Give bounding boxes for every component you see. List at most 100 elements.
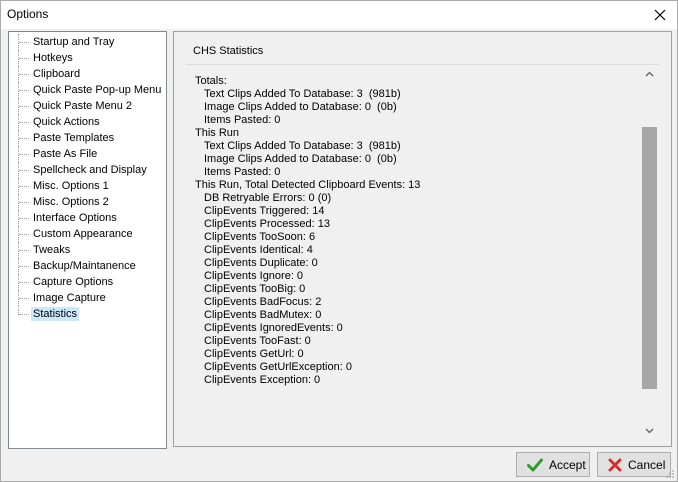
- statistics-line: ClipEvents Identical: 4: [204, 244, 313, 256]
- tree-item-label: Backup/Maintanence: [33, 260, 136, 272]
- tree-item-custom-appearance[interactable]: Custom Appearance: [9, 226, 167, 242]
- checkmark-icon: [527, 458, 543, 472]
- tree-item-label: Quick Paste Menu 2: [33, 100, 133, 112]
- statistics-line: Image Clips Added to Database: 0 (0b): [204, 153, 397, 165]
- tree-item-label: Statistics: [31, 307, 80, 321]
- tree-connector: [19, 42, 29, 43]
- tree-connector: [19, 58, 29, 59]
- statistics-line: This Run, Total Detected Clipboard Event…: [195, 179, 421, 191]
- tree-connector: [19, 218, 29, 219]
- statistics-line: DB Retryable Errors: 0 (0): [204, 192, 332, 204]
- statistics-line: ClipEvents IgnoredEvents: 0: [204, 322, 343, 334]
- tree-item-label: Custom Appearance: [33, 228, 133, 240]
- tree-item-label: Misc. Options 2: [33, 196, 109, 208]
- tree-item-label: Hotkeys: [33, 52, 73, 64]
- tree-connector: [19, 314, 29, 315]
- cancel-button[interactable]: Cancel: [597, 452, 671, 477]
- tree-item-capture-options[interactable]: Capture Options: [9, 274, 167, 290]
- statistics-line: ClipEvents Processed: 13: [204, 218, 330, 230]
- tree-item-label: Interface Options: [33, 212, 117, 224]
- scroll-thumb[interactable]: [642, 127, 657, 389]
- statistics-text-area[interactable]: Totals: Text Clips Added To Database: 3 (…: [186, 64, 659, 439]
- tree-connector: [19, 298, 29, 299]
- tree-item-backup-maintanence[interactable]: Backup/Maintanence: [9, 258, 167, 274]
- tree-connector: [19, 154, 29, 155]
- vertical-scrollbar[interactable]: [641, 65, 658, 439]
- statistics-line: ClipEvents Exception: 0: [204, 374, 321, 386]
- window-title: Options: [7, 7, 49, 21]
- tree-item-quick-paste-menu-2[interactable]: Quick Paste Menu 2: [9, 98, 167, 114]
- statistics-line: ClipEvents TooBig: 0: [204, 283, 306, 295]
- tree-item-paste-templates[interactable]: Paste Templates: [9, 130, 167, 146]
- tree-connector: [19, 90, 29, 91]
- tree-item-misc-options-1[interactable]: Misc. Options 1: [9, 178, 167, 194]
- tree-item-image-capture[interactable]: Image Capture: [9, 290, 167, 306]
- tree-item-paste-as-file[interactable]: Paste As File: [9, 146, 167, 162]
- statistics-line: This Run: [195, 127, 240, 139]
- statistics-line: Image Clips Added to Database: 0 (0b): [204, 101, 397, 113]
- close-icon: [654, 9, 666, 21]
- tree-item-label: Misc. Options 1: [33, 180, 109, 192]
- statistics-line: ClipEvents BadMutex: 0: [204, 309, 322, 321]
- tree-item-clipboard[interactable]: Clipboard: [9, 66, 167, 82]
- scroll-down-button[interactable]: [641, 422, 658, 439]
- tree-connector: [19, 186, 29, 187]
- statistics-line: Text Clips Added To Database: 3 (981b): [204, 140, 401, 152]
- tree-item-label: Tweaks: [33, 244, 71, 256]
- tree-item-label: Quick Actions: [33, 116, 100, 128]
- statistics-line: ClipEvents Duplicate: 0: [204, 257, 318, 269]
- statistics-text: Totals: Text Clips Added To Database: 3 (…: [195, 75, 635, 387]
- statistics-line: ClipEvents BadFocus: 2: [204, 296, 322, 308]
- statistics-line: ClipEvents Ignore: 0: [204, 270, 304, 282]
- cancel-label: Cancel: [628, 457, 666, 472]
- tree-connector: [19, 138, 29, 139]
- title-bar[interactable]: Options: [1, 1, 677, 29]
- tree-item-label: Clipboard: [33, 68, 81, 80]
- tree-connector: [19, 202, 29, 203]
- options-tree[interactable]: Startup and Tray Hotkeys Clipboard Quick Pa…: [8, 31, 167, 449]
- tree-item-statistics[interactable]: Statistics: [9, 306, 167, 321]
- chevron-up-icon: [645, 71, 654, 76]
- statistics-line: ClipEvents GetUrl: 0: [204, 348, 304, 360]
- statistics-line: ClipEvents GetUrlException: 0: [204, 361, 352, 373]
- accept-button[interactable]: Accept: [516, 452, 590, 477]
- tree-item-label: Startup and Tray: [33, 36, 115, 48]
- statistics-line: Totals:: [195, 75, 227, 87]
- tree-connector: [19, 106, 29, 107]
- resize-grip-icon[interactable]: [665, 469, 675, 479]
- tree-connector: [19, 122, 29, 123]
- tree-connector: [19, 282, 29, 283]
- tree-item-startup-and-tray[interactable]: Startup and Tray: [9, 34, 167, 50]
- tree-item-hotkeys[interactable]: Hotkeys: [9, 50, 167, 66]
- statistics-line: Text Clips Added To Database: 3 (981b): [204, 88, 401, 100]
- tree-item-label: Capture Options: [33, 276, 114, 288]
- chevron-down-icon: [645, 428, 654, 433]
- statistics-panel: CHS Statistics Totals: Text Clips Added T…: [173, 31, 672, 447]
- scroll-up-button[interactable]: [641, 65, 658, 82]
- options-window: Options Startup and Tray Hotkeys Clipboard…: [0, 0, 678, 482]
- panel-title: CHS Statistics: [193, 45, 264, 57]
- tree-connector: [19, 266, 29, 267]
- tree-item-label: Quick Paste Pop-up Menu: [33, 84, 162, 96]
- tree-item-tweaks[interactable]: Tweaks: [9, 242, 167, 258]
- tree-item-spellcheck-and-display[interactable]: Spellcheck and Display: [9, 162, 167, 178]
- statistics-line: ClipEvents TooFast: 0: [204, 335, 311, 347]
- tree-connector: [19, 74, 29, 75]
- tree-item-misc-options-2[interactable]: Misc. Options 2: [9, 194, 167, 210]
- tree-item-label: Spellcheck and Display: [33, 164, 147, 176]
- statistics-line: ClipEvents Triggered: 14: [204, 205, 325, 217]
- tree-item-quick-actions[interactable]: Quick Actions: [9, 114, 167, 130]
- tree-connector: [19, 234, 29, 235]
- accept-label: Accept: [549, 457, 586, 472]
- tree-item-label: Paste As File: [33, 148, 98, 160]
- close-button[interactable]: [643, 1, 677, 29]
- tree-connector: [19, 250, 29, 251]
- tree-item-quick-paste-pop-up-menu[interactable]: Quick Paste Pop-up Menu: [9, 82, 167, 98]
- tree-item-interface-options[interactable]: Interface Options: [9, 210, 167, 226]
- tree-item-label: Image Capture: [33, 292, 106, 304]
- tree-connector: [19, 170, 29, 171]
- tree-item-label: Paste Templates: [33, 132, 115, 144]
- x-icon: [608, 458, 622, 472]
- statistics-line: ClipEvents TooSoon: 6: [204, 231, 316, 243]
- statistics-line: Items Pasted: 0: [204, 166, 281, 178]
